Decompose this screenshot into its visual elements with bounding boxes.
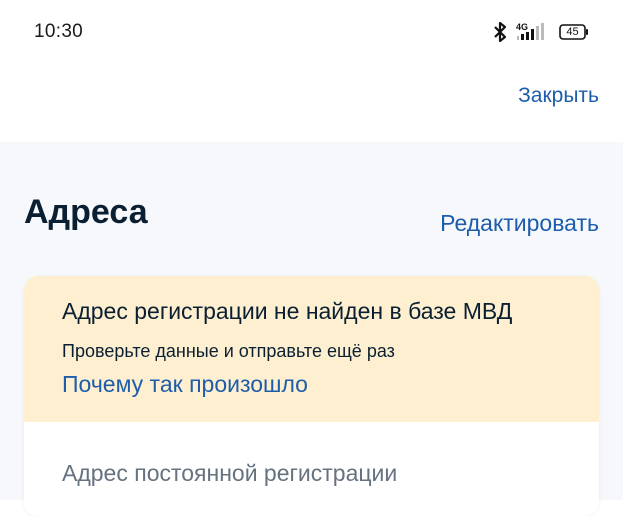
top-header: Закрыть <box>0 66 623 142</box>
signal-icon: 4G <box>515 21 551 43</box>
bluetooth-icon <box>493 21 507 43</box>
warning-title: Адрес регистрации не найден в базе МВД <box>62 298 513 324</box>
page-title: Адреса <box>24 193 148 231</box>
address-card: Адрес регистрации не найден в базе МВД П… <box>24 276 599 516</box>
edit-button[interactable]: Редактировать <box>440 210 599 237</box>
why-happened-link[interactable]: Почему так произошло <box>62 371 308 398</box>
warning-subtitle: Проверьте данные и отправьте ещё раз <box>62 341 395 361</box>
network-type-label: 4G <box>516 22 528 32</box>
status-time: 10:30 <box>34 21 84 42</box>
battery-icon: 45 <box>559 23 589 41</box>
main-content: Адреса Редактировать Адрес регистрации н… <box>0 142 623 516</box>
status-bar: 10:30 4G 45 <box>0 0 623 66</box>
battery-level: 45 <box>566 26 579 38</box>
permanent-address-label: Адрес постоянной регистрации <box>62 460 398 486</box>
close-button[interactable]: Закрыть <box>518 84 599 108</box>
status-icons: 4G 45 <box>493 20 589 44</box>
warning-banner: Адрес регистрации не найден в базе МВД П… <box>24 276 599 422</box>
